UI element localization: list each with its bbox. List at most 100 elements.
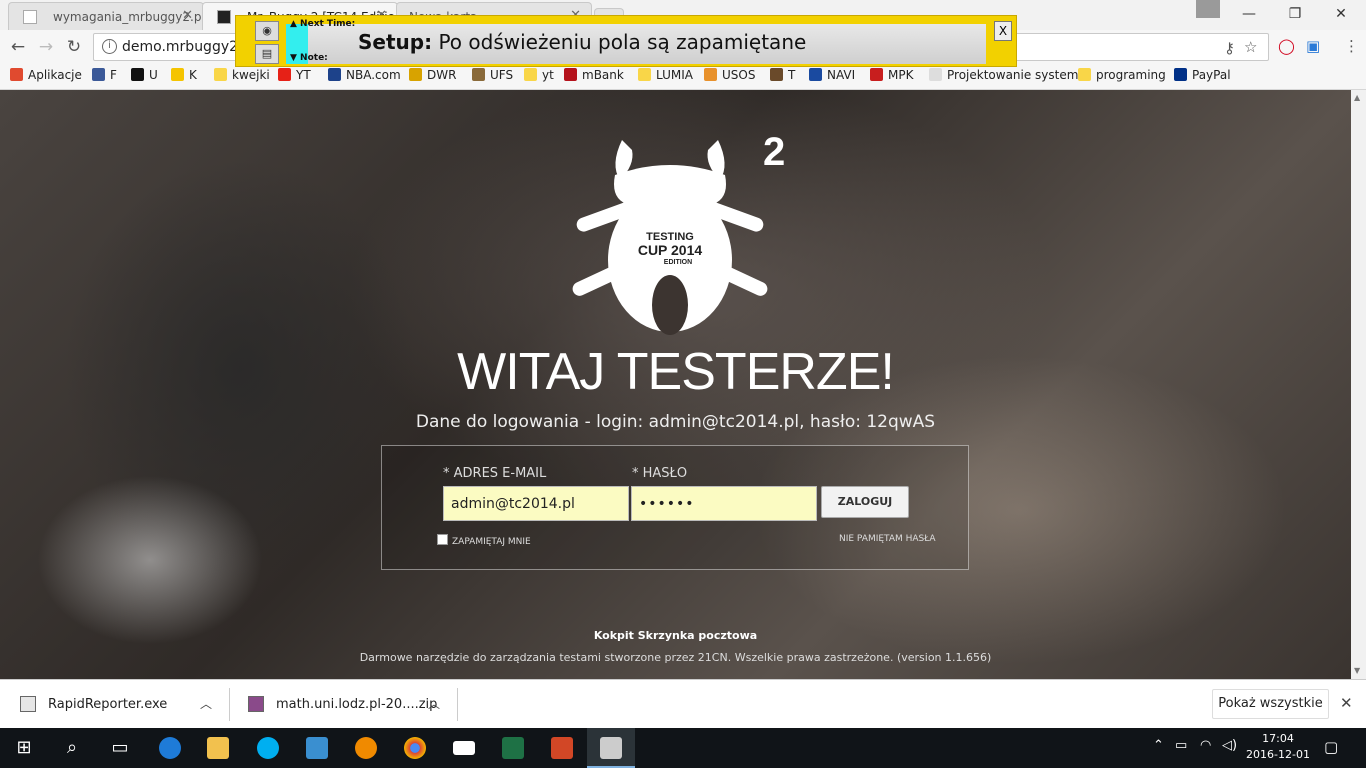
scrollbar[interactable]: ▲ ▼ <box>1351 90 1366 679</box>
bookmark-icon <box>214 68 227 81</box>
close-button[interactable]: X <box>994 21 1012 41</box>
restore-icon[interactable]: ❐ <box>1272 0 1318 28</box>
edge-icon[interactable] <box>146 728 194 768</box>
back-icon[interactable]: ← <box>6 35 30 59</box>
tab-wymagania[interactable]: wymagania_mrbuggy2.p ✕ <box>8 2 204 30</box>
bookmark-item[interactable]: yt <box>524 68 554 82</box>
bookmark-item[interactable]: LUMIA <box>638 68 693 82</box>
setup-text: Po odświeżeniu pola są zapamiętane <box>432 30 807 54</box>
forward-icon[interactable]: → <box>34 35 58 59</box>
close-window-icon[interactable]: ✕ <box>1318 0 1364 28</box>
reload-icon[interactable]: ↻ <box>62 35 86 59</box>
page-title: WITAJ TESTERZE! <box>457 343 895 401</box>
bookmark-label: LUMIA <box>656 68 693 82</box>
battery-icon[interactable]: ▭ <box>1175 738 1187 753</box>
skype-icon[interactable] <box>244 728 292 768</box>
bookmark-icon <box>409 68 422 81</box>
bookmark-icon <box>131 68 144 81</box>
bookmark-item[interactable]: U <box>131 68 158 82</box>
bookmark-item[interactable]: programing <box>1078 68 1166 82</box>
wifi-icon[interactable]: ◠ <box>1200 738 1211 753</box>
download-item[interactable]: math.uni.lodz.pl-20....zip ︿ <box>230 680 458 729</box>
forgot-password-link[interactable]: NIE PAMIĘTAM HASŁA <box>839 534 935 544</box>
clock-date: 2016-12-01 <box>1246 748 1310 761</box>
clock-time: 17:04 <box>1262 732 1294 745</box>
info-icon[interactable]: i <box>102 39 117 54</box>
task-view-icon[interactable]: ▭ <box>96 728 144 768</box>
login-form: * ADRES E-MAIL * HASŁO admin@tc2014.pl •… <box>381 445 969 570</box>
bookmark-item[interactable]: PayPal <box>1174 68 1231 82</box>
bookmark-label: PayPal <box>1192 68 1231 82</box>
bookmark-item[interactable]: Aplikacje <box>10 68 82 82</box>
star-icon[interactable]: ☆ <box>1244 38 1257 56</box>
clock[interactable]: 17:04 2016-12-01 <box>1244 731 1312 763</box>
download-bar: RapidReporter.exe ︿ math.uni.lodz.pl-20.… <box>0 679 1366 728</box>
chrome-icon[interactable] <box>391 728 439 768</box>
password-field[interactable]: •••••• <box>631 486 817 521</box>
email-field[interactable]: admin@tc2014.pl <box>443 486 629 521</box>
rapid-reporter-taskbar-icon[interactable] <box>587 728 635 768</box>
bookmark-icon <box>1078 68 1091 81</box>
desktop-app-icon[interactable] <box>293 728 341 768</box>
bookmark-item[interactable]: Projektowanie system <box>929 68 1078 82</box>
volume-icon[interactable]: ◁) <box>1222 738 1237 753</box>
scroll-down-icon[interactable]: ▼ <box>1354 666 1360 675</box>
minimize-icon[interactable]: — <box>1226 0 1272 28</box>
translate-icon[interactable]: ▣ <box>1306 37 1320 55</box>
bookmark-label: UFS <box>490 68 514 82</box>
action-center-icon[interactable]: ▢ <box>1324 738 1338 756</box>
menu-icon[interactable]: ⋮ <box>1344 37 1359 55</box>
bookmark-icon <box>870 68 883 81</box>
close-tab-icon[interactable]: ✕ <box>182 8 193 23</box>
bookmark-item[interactable]: YT <box>278 68 311 82</box>
bookmark-label: U <box>149 68 158 82</box>
close-icon[interactable]: ✕ <box>1340 694 1353 712</box>
bookmark-item[interactable]: DWR <box>409 68 456 82</box>
key-icon[interactable]: ⚷ <box>1224 39 1235 57</box>
bookmarks-bar: Aplikacje F U Kkwejki YT NBA.com DWR UFS yt mBank… <box>0 64 1366 90</box>
credentials-hint: Dane do logowania - login: admin@tc2014.… <box>415 412 936 432</box>
bookmark-item[interactable]: MPK <box>870 68 913 82</box>
bookmark-label: DWR <box>427 68 457 82</box>
remember-me-checkbox[interactable] <box>437 534 448 545</box>
bookmark-item[interactable]: UFS <box>472 68 513 82</box>
bookmark-icon <box>171 68 184 81</box>
opera-icon[interactable]: ◯ <box>1278 37 1295 55</box>
powerpoint-icon[interactable] <box>538 728 586 768</box>
bookmark-item[interactable]: kwejki <box>214 68 270 82</box>
show-all-button[interactable]: Pokaż wszystkie <box>1212 689 1329 719</box>
bookmark-label: yt <box>542 68 554 82</box>
download-item[interactable]: RapidReporter.exe ︿ <box>0 680 230 729</box>
excel-icon[interactable] <box>489 728 537 768</box>
notes-button[interactable]: ▤ <box>255 44 279 64</box>
bookmark-icon <box>809 68 822 81</box>
search-icon[interactable]: ⌕ <box>48 728 96 768</box>
next-time-label: ▲ Next Time: <box>290 19 356 29</box>
password-label: * HASŁO <box>632 466 688 481</box>
scroll-up-icon[interactable]: ▲ <box>1354 93 1360 102</box>
bookmark-item[interactable]: mBank <box>564 68 624 82</box>
remember-me-label[interactable]: ZAPAMIĘTAJ MNIE <box>452 537 531 547</box>
bookmark-item[interactable]: K <box>171 68 197 82</box>
bug-logo-icon <box>217 10 231 24</box>
chevron-up-icon[interactable]: ︿ <box>200 695 212 712</box>
bookmark-item[interactable]: T <box>770 68 795 82</box>
login-button[interactable]: ZALOGUJ <box>821 486 909 518</box>
bookmark-item[interactable]: NBA.com <box>328 68 401 82</box>
bookmark-icon <box>564 68 577 81</box>
mail-icon[interactable] <box>440 728 488 768</box>
bookmark-icon <box>278 68 291 81</box>
screenshot-button[interactable]: ◉ <box>255 21 279 41</box>
bookmark-item[interactable]: USOS <box>704 68 755 82</box>
login-page: 2 TESTING CUP 2014 EDITION WITAJ TESTERZ… <box>0 90 1351 679</box>
file-explorer-icon[interactable] <box>194 728 242 768</box>
footer-links[interactable]: Kokpit Skrzynka pocztowa <box>0 629 1351 642</box>
bookmark-item[interactable]: NAVI <box>809 68 855 82</box>
chevron-up-icon[interactable]: ︿ <box>428 695 440 712</box>
bookmark-item[interactable]: F <box>92 68 117 82</box>
tray-chevron-up-icon[interactable]: ⌃ <box>1153 738 1164 753</box>
vlc-icon[interactable] <box>342 728 390 768</box>
user-profile-icon[interactable] <box>1196 0 1220 18</box>
bookmark-label: F <box>110 68 117 82</box>
windows-start-icon[interactable]: ⊞ <box>0 728 48 768</box>
